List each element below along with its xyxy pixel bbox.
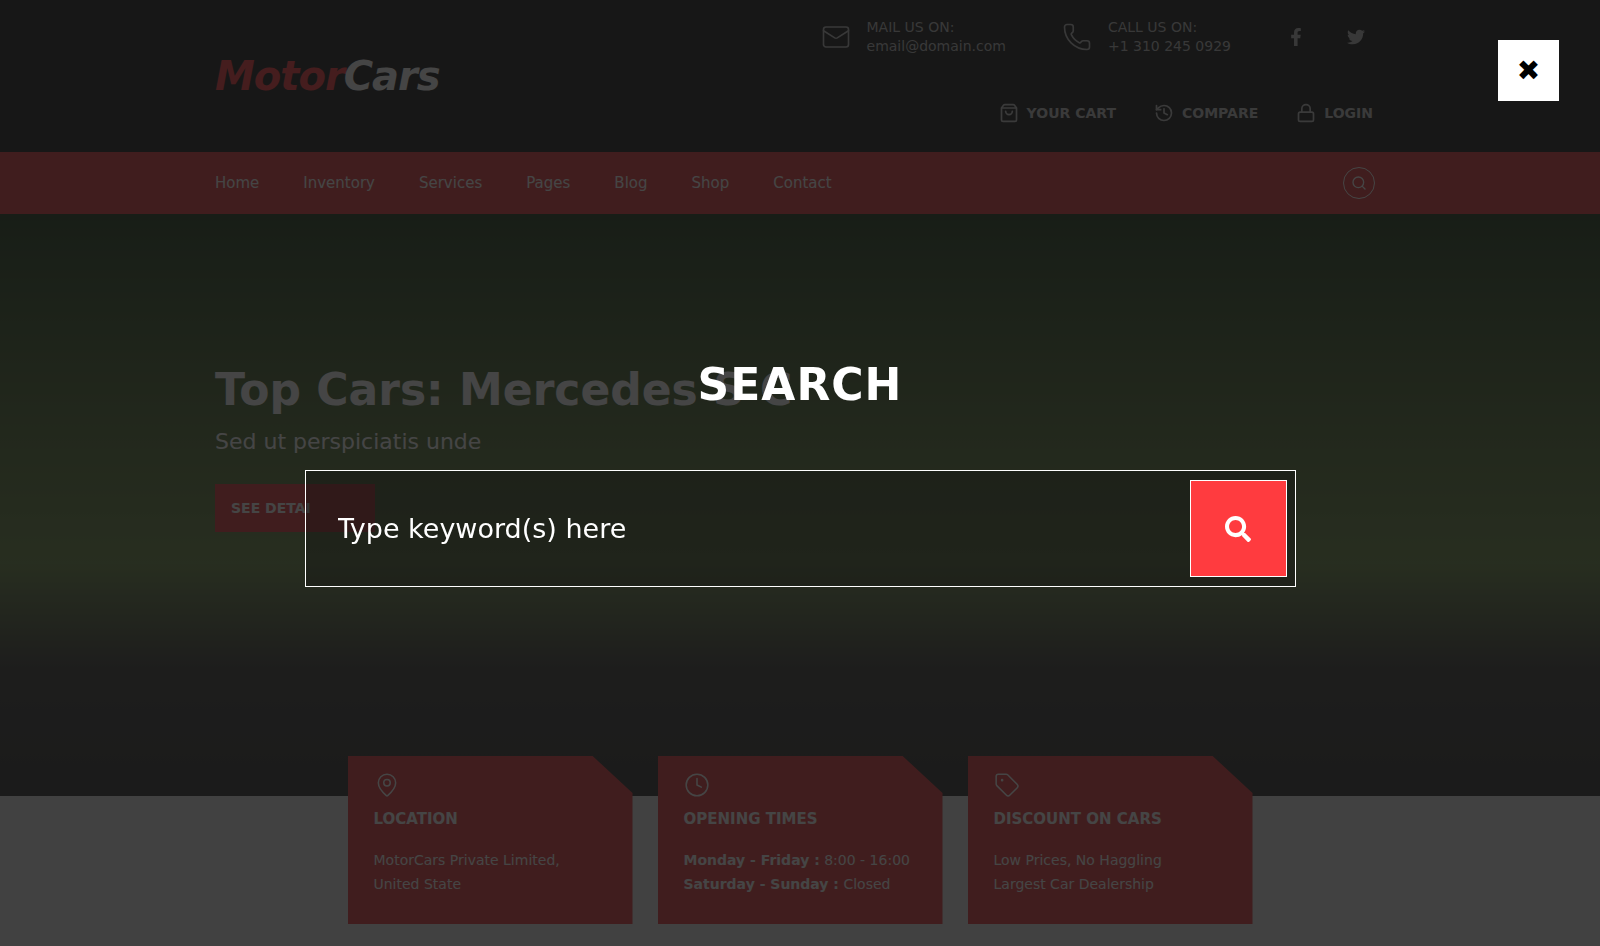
search-button[interactable] xyxy=(1190,480,1287,577)
search-title: SEARCH xyxy=(698,359,903,410)
search-form xyxy=(305,470,1296,587)
close-button[interactable]: ✖ xyxy=(1498,40,1559,101)
search-input[interactable] xyxy=(336,512,1174,545)
search-icon xyxy=(1225,516,1251,542)
search-overlay: ✖ SEARCH xyxy=(0,0,1600,946)
